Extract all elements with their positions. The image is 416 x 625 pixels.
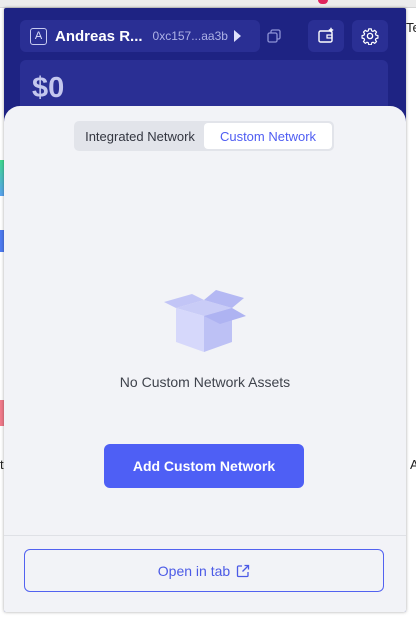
background-text: Te: [406, 20, 416, 35]
browser-toolbar-strip: [0, 0, 416, 8]
wallet-popup: A Andreas R... 0xc157...aa3b $0 Integrat…: [4, 8, 406, 612]
footer-divider: [4, 535, 406, 536]
balance-amount: $0: [32, 72, 65, 104]
copy-icon: [267, 29, 281, 43]
gear-icon: [361, 28, 379, 45]
open-in-tab-button[interactable]: Open in tab: [24, 549, 384, 592]
empty-state-message: No Custom Network Assets: [119, 374, 291, 390]
tab-custom-network[interactable]: Custom Network: [204, 123, 332, 149]
account-switcher[interactable]: A Andreas R... 0xc157...aa3b: [20, 20, 260, 52]
network-tabs: Integrated Network Custom Network: [74, 121, 334, 151]
external-link-icon: [237, 564, 250, 577]
account-name: Andreas R...: [55, 27, 143, 45]
wallet-add-icon: [318, 27, 334, 43]
open-in-tab-label: Open in tab: [157, 562, 231, 579]
settings-button[interactable]: [352, 20, 388, 52]
tab-integrated-network[interactable]: Integrated Network: [76, 123, 204, 149]
assets-sheet: Integrated Network Custom Network No Cus…: [4, 106, 406, 612]
account-address: 0xc157...aa3b: [152, 29, 228, 43]
add-custom-network-button[interactable]: Add Custom Network: [104, 444, 304, 488]
background-text: A: [410, 457, 416, 472]
copy-address-button[interactable]: [266, 20, 282, 52]
account-badge: A: [30, 27, 47, 45]
empty-box-icon: [164, 290, 246, 352]
play-icon: [233, 30, 241, 42]
wallet-add-button[interactable]: [308, 20, 344, 52]
